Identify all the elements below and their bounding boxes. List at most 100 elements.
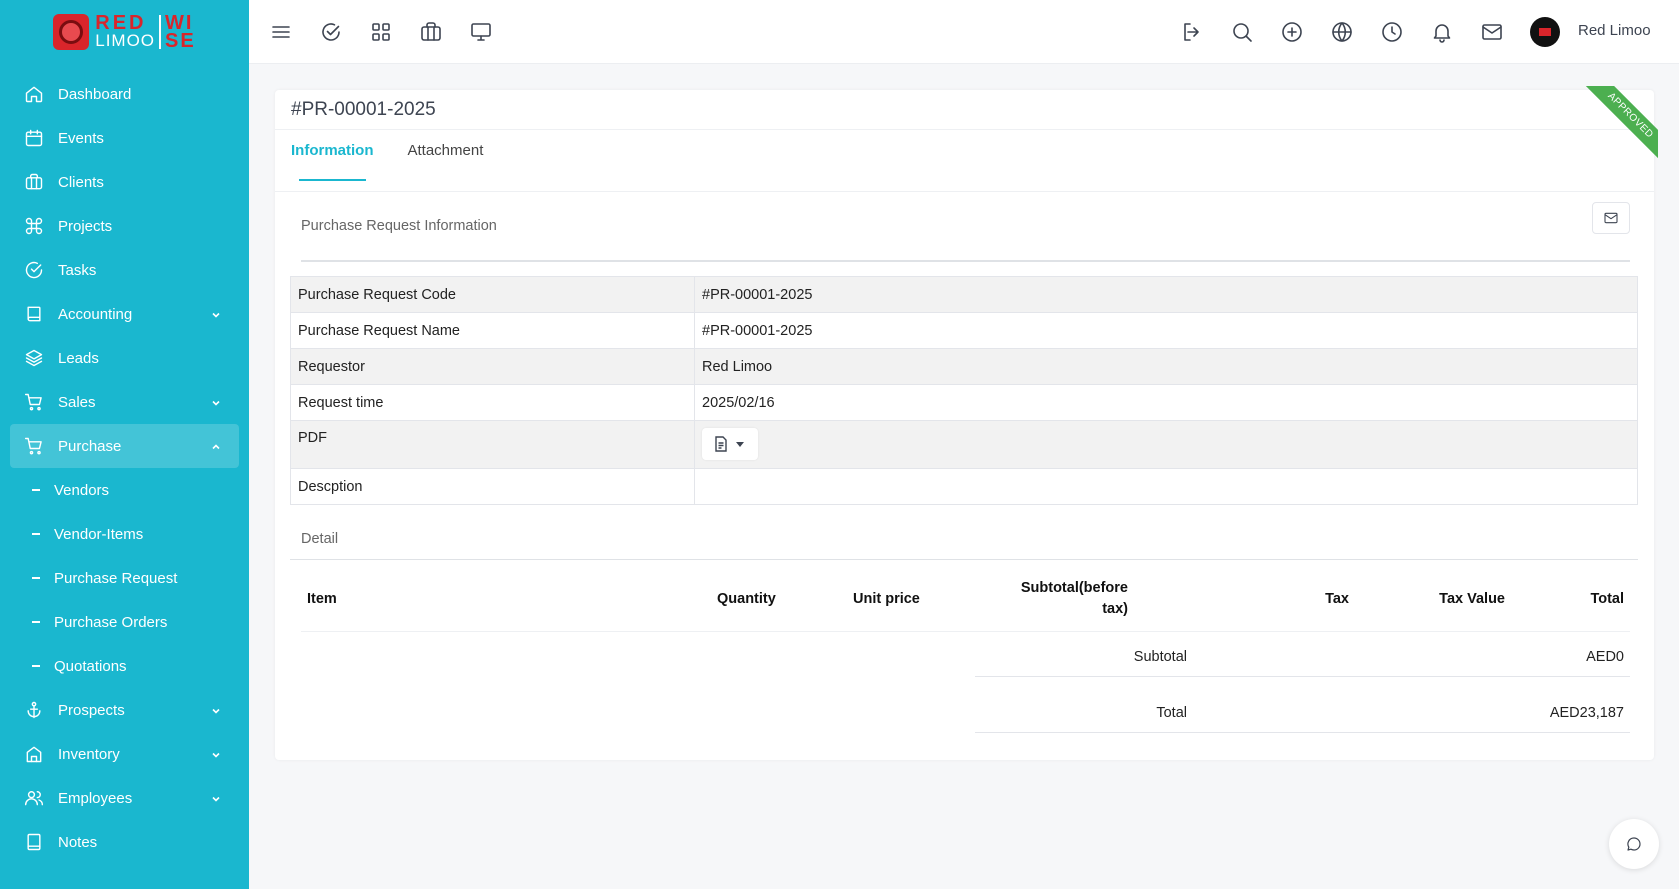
check-circle-icon[interactable]	[319, 20, 343, 44]
sidebar-item-label: Dashboard	[58, 85, 132, 103]
briefcase-icon[interactable]	[419, 20, 443, 44]
globe-icon[interactable]	[1330, 20, 1354, 44]
logo-text-red: RED	[95, 12, 147, 34]
logo-mark-icon	[53, 14, 90, 50]
notebook-icon	[24, 832, 44, 852]
info-table: Purchase Request Code #PR-00001-2025 Pur…	[290, 276, 1638, 505]
col-quantity: Quantity	[717, 591, 776, 607]
subtotal-label: Subtotal	[1133, 649, 1187, 665]
sidebar-subitem-purchase-orders[interactable]: Purchase Orders	[10, 600, 239, 644]
row-value: #PR-00001-2025	[694, 312, 1638, 349]
brand-logo[interactable]: RED WI LIMOO SE	[0, 0, 249, 64]
sidebar-item-tasks[interactable]: Tasks	[10, 248, 239, 292]
chevron-up-icon	[211, 439, 221, 450]
row-value: 2025/02/16	[694, 384, 1638, 421]
send-email-button[interactable]	[1592, 202, 1630, 234]
house-icon	[24, 744, 44, 764]
section-title: Purchase Request Information	[301, 218, 497, 234]
sidebar-subitem-vendors[interactable]: Vendors	[10, 468, 239, 512]
sidebar-item-label: Accounting	[58, 305, 133, 323]
sidebar-item-purchase[interactable]: Purchase	[10, 424, 239, 468]
command-icon	[24, 216, 44, 236]
sidebar-item-inventory[interactable]: Inventory	[10, 732, 239, 776]
table-row: Purchase Request Name #PR-00001-2025	[290, 312, 1638, 349]
sidebar-subitem-label: Vendor-Items	[54, 525, 144, 543]
tab-information[interactable]: Information	[291, 142, 374, 181]
logout-icon[interactable]	[1180, 20, 1204, 44]
page-title: #PR-00001-2025	[291, 99, 436, 120]
plus-circle-icon[interactable]	[1280, 20, 1304, 44]
topbar: Red Limoo	[249, 0, 1679, 64]
sidebar-subitem-label: Purchase Request	[54, 569, 178, 587]
layers-icon	[24, 348, 44, 368]
purchase-request-card: #PR-00001-2025 APPROVED Information Atta…	[275, 86, 1658, 760]
dash-icon	[32, 533, 40, 535]
grid-icon[interactable]	[369, 20, 393, 44]
avatar[interactable]	[1530, 17, 1560, 47]
table-row: PDF	[290, 420, 1638, 469]
sidebar-item-label: Purchase	[58, 437, 122, 455]
total-value: AED23,187	[1549, 705, 1624, 721]
detail-title: Detail	[301, 531, 339, 547]
menu-icon[interactable]	[269, 20, 293, 44]
col-subtotal-line1: Subtotal(before	[1020, 580, 1128, 596]
row-value	[694, 468, 1638, 505]
sidebar-item-clients[interactable]: Clients	[10, 160, 239, 204]
total-label: Total	[1156, 705, 1187, 721]
col-tax: Tax	[1325, 591, 1349, 607]
cart-icon	[24, 436, 44, 456]
row-value	[694, 420, 1638, 469]
col-total: Total	[1590, 591, 1624, 607]
clock-icon[interactable]	[1380, 20, 1404, 44]
status-ribbon: APPROVED	[1580, 86, 1658, 166]
users-icon	[24, 788, 44, 808]
tab-attachment[interactable]: Attachment	[408, 142, 484, 181]
sidebar-item-sales[interactable]: Sales	[10, 380, 239, 424]
dash-icon	[32, 489, 40, 491]
row-label: Purchase Request Code	[290, 276, 695, 313]
calendar-icon	[24, 128, 44, 148]
sidebar-item-label: Events	[58, 129, 104, 147]
sidebar-item-label: Employees	[58, 789, 133, 807]
sidebar-item-projects[interactable]: Projects	[10, 204, 239, 248]
row-value: Red Limoo	[694, 348, 1638, 385]
mail-icon	[1604, 212, 1618, 224]
col-item: Item	[307, 591, 337, 607]
row-label: Purchase Request Name	[290, 312, 695, 349]
mail-icon[interactable]	[1480, 20, 1504, 44]
sidebar-subitem-label: Vendors	[54, 481, 110, 499]
caret-down-icon	[736, 441, 744, 447]
sidebar-item-label: Projects	[58, 217, 113, 235]
sidebar-item-employees[interactable]: Employees	[10, 776, 239, 820]
sidebar-item-notes[interactable]: Notes	[10, 820, 239, 864]
user-name[interactable]: Red Limoo	[1578, 22, 1651, 39]
sidebar-item-dashboard[interactable]: Dashboard	[10, 72, 239, 116]
row-label: PDF	[290, 420, 695, 469]
logo-text-limoo: LIMOO	[95, 31, 156, 50]
pdf-dropdown-button[interactable]	[702, 428, 758, 460]
col-unit-price: Unit price	[853, 591, 920, 607]
chat-button[interactable]	[1609, 819, 1659, 869]
tabs: Information Attachment	[291, 142, 483, 181]
sidebar-item-label: Clients	[58, 173, 104, 191]
sidebar-item-label: Inventory	[58, 745, 120, 763]
dash-icon	[32, 665, 40, 667]
sidebar-subitem-quotations[interactable]: Quotations	[10, 644, 239, 688]
row-label: Descption	[290, 468, 695, 505]
col-subtotal-line2: tax)	[1102, 601, 1128, 617]
sidebar-item-prospects[interactable]: Prospects	[10, 688, 239, 732]
sidebar-subitem-purchase-request[interactable]: Purchase Request	[10, 556, 239, 600]
dash-icon	[32, 621, 40, 623]
subtotal-value: AED0	[1586, 649, 1624, 665]
sidebar-subitem-vendor-items[interactable]: Vendor-Items	[10, 512, 239, 556]
row-label: Request time	[290, 384, 695, 421]
monitor-icon[interactable]	[469, 20, 493, 44]
sidebar-item-leads[interactable]: Leads	[10, 336, 239, 380]
check-circle-icon	[24, 260, 44, 280]
sidebar-item-accounting[interactable]: Accounting	[10, 292, 239, 336]
sidebar-item-events[interactable]: Events	[10, 116, 239, 160]
search-icon[interactable]	[1230, 20, 1254, 44]
row-value: #PR-00001-2025	[694, 276, 1638, 313]
bell-icon[interactable]	[1430, 20, 1454, 44]
sidebar-subitem-label: Purchase Orders	[54, 613, 168, 631]
